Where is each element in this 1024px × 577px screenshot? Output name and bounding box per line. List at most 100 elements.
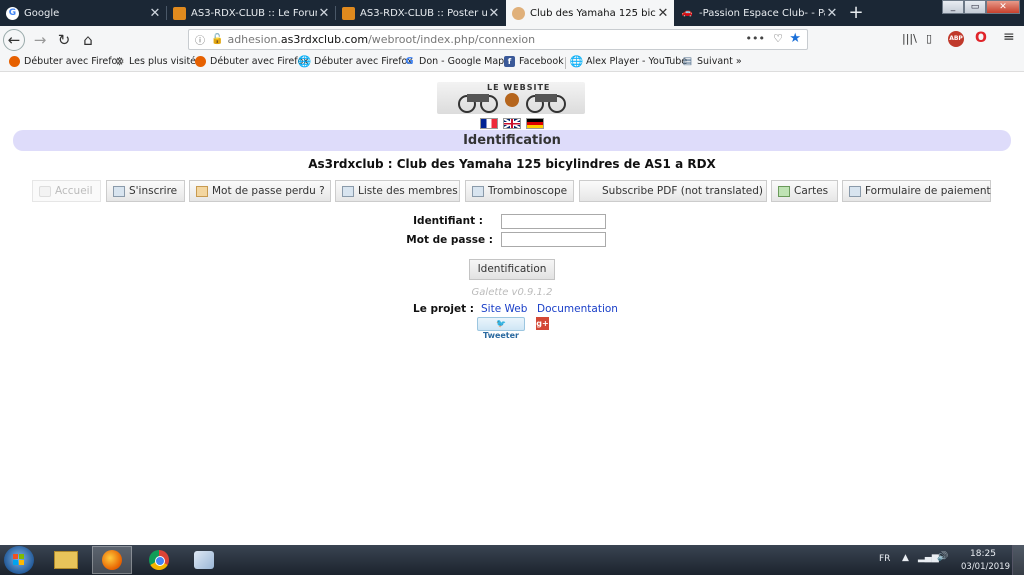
close-icon[interactable]: ✕ xyxy=(825,6,839,21)
google-icon: G xyxy=(405,56,414,67)
bookmarks-toolbar: Débuter avec Firefox ⚙ Les plus visités D… xyxy=(0,54,1024,72)
clock-time[interactable]: 18:25 xyxy=(970,549,996,559)
bookmark-item[interactable]: G Don - Google Maps xyxy=(404,56,509,67)
volume-icon[interactable]: 🔊 xyxy=(937,552,948,562)
chrome-taskbar-button[interactable] xyxy=(139,546,179,574)
section-header: Identification xyxy=(13,130,1011,151)
menu-subscribe-pdf-button[interactable]: Subscribe PDF (not translated) xyxy=(579,180,767,202)
insecure-lock-icon[interactable]: 🔓 xyxy=(211,34,223,45)
site-logo: LE WEBSITE xyxy=(437,82,585,114)
forum-favicon-icon xyxy=(173,6,186,20)
adblock-icon[interactable]: ABP xyxy=(948,31,964,47)
url-text[interactable]: adhesion.as3rdxclub.com/webroot/index.ph… xyxy=(227,33,535,46)
menu-members-list-button[interactable]: Liste des membres xyxy=(335,180,460,202)
bookmark-item[interactable]: ▤ Suivant » xyxy=(682,56,742,67)
tab-google[interactable]: G Google ✕ xyxy=(0,0,166,26)
chrome-icon xyxy=(149,550,169,570)
menu-lost-password-button[interactable]: Mot de passe perdu ? xyxy=(189,180,331,202)
navigation-toolbar: ← → ↻ ⌂ ⓘ 🔓 adhesion.as3rdxclub.com/webr… xyxy=(0,26,1024,54)
menu-label: Accueil xyxy=(55,185,93,197)
bookmark-item[interactable]: 🌐 Débuter avec Firefox xyxy=(297,55,413,68)
bookmark-label: Suivant » xyxy=(697,56,742,67)
explorer-taskbar-button[interactable] xyxy=(46,546,86,574)
tab-forum[interactable]: AS3-RDX-CLUB :: Le Forum des ✕ xyxy=(167,0,335,26)
tweet-button[interactable]: 🐦 Tweeter xyxy=(477,317,525,340)
menu-trombinoscope-button[interactable]: Trombinoscope xyxy=(465,180,574,202)
sidebar-icon[interactable]: ▯ xyxy=(926,32,932,45)
pocket-icon[interactable]: ♡ xyxy=(773,32,783,45)
show-desktop-button[interactable] xyxy=(1012,545,1024,575)
menu-home-button[interactable]: Accueil xyxy=(32,180,101,202)
reload-button[interactable]: ↻ xyxy=(53,29,75,51)
bookmark-star-icon[interactable]: ★ xyxy=(789,31,801,46)
uk-flag-cross xyxy=(504,119,520,128)
page-actions-button[interactable]: ••• xyxy=(746,32,765,45)
close-window-button[interactable]: ✕ xyxy=(986,0,1020,14)
password-input[interactable] xyxy=(501,232,606,247)
tab-poster[interactable]: AS3-RDX-CLUB :: Poster une ré ✕ xyxy=(336,0,505,26)
trombinoscope-icon xyxy=(472,185,484,197)
close-icon[interactable]: ✕ xyxy=(317,6,331,21)
uk-flag-icon[interactable] xyxy=(503,118,521,129)
lost-password-icon xyxy=(196,185,208,197)
new-tab-button[interactable]: + xyxy=(845,2,867,24)
menu-payment-form-button[interactable]: Formulaire de paiement xyxy=(842,180,991,202)
menu-icon[interactable]: ≡ xyxy=(1003,29,1015,45)
network-icon[interactable]: ▂▄▆ xyxy=(918,553,939,563)
menu-label: Mot de passe perdu ? xyxy=(212,185,325,197)
tab-title: Club des Yamaha 125 bicylindre xyxy=(530,7,656,19)
tab-club-yamaha[interactable]: Club des Yamaha 125 bicylindre ✕ xyxy=(506,0,674,26)
firefox-taskbar-button[interactable] xyxy=(92,546,132,574)
tab-passion-espace[interactable]: 🚗 -Passion Espace Club- - Page d ✕ xyxy=(675,0,843,26)
maximize-button[interactable]: ▭ xyxy=(964,0,986,14)
members-list-icon xyxy=(342,185,354,197)
section-title: Identification xyxy=(463,133,561,148)
minimize-button[interactable]: _ xyxy=(942,0,964,14)
bookmark-item[interactable]: Débuter avec Firefox xyxy=(195,56,309,67)
back-button[interactable]: ← xyxy=(3,29,25,51)
clock-date[interactable]: 03/01/2019 xyxy=(961,562,1010,572)
language-indicator[interactable]: FR xyxy=(879,554,890,564)
close-icon[interactable]: ✕ xyxy=(656,6,670,21)
menu-label: S'inscrire xyxy=(129,185,178,197)
url-bar[interactable]: ⓘ 🔓 adhesion.as3rdxclub.com/webroot/inde… xyxy=(188,29,808,50)
close-icon[interactable]: ✕ xyxy=(487,6,501,21)
firefox-icon xyxy=(102,550,122,570)
tab-title: Google xyxy=(24,7,60,19)
car-icon: 🚗 xyxy=(681,8,694,18)
show-hidden-icons-icon[interactable]: ▲ xyxy=(902,553,909,563)
home-button[interactable]: ⌂ xyxy=(77,29,99,51)
documentation-link[interactable]: Documentation xyxy=(537,303,618,315)
tab-title: AS3-RDX-CLUB :: Poster une ré xyxy=(360,7,487,19)
german-flag-icon[interactable] xyxy=(526,118,544,129)
bookmark-item[interactable]: f Facebook xyxy=(504,56,564,67)
project-label: Le projet : xyxy=(413,303,474,315)
french-flag-icon[interactable] xyxy=(480,118,498,129)
library-icon[interactable]: |||\ xyxy=(902,32,917,45)
bookmark-item[interactable]: 🌐 Alex Player - YouTube xyxy=(570,55,687,68)
menu-maps-button[interactable]: Cartes xyxy=(771,180,838,202)
bookmark-item[interactable]: ⚙ Les plus visités xyxy=(114,55,201,68)
google-icon: G xyxy=(6,6,19,20)
register-icon xyxy=(113,185,125,197)
globe-icon: 🌐 xyxy=(297,55,312,68)
tweet-label: Tweeter xyxy=(482,331,519,340)
login-label: Identifiant : xyxy=(413,215,483,227)
info-icon[interactable]: ⓘ xyxy=(195,32,205,47)
site-web-link[interactable]: Site Web xyxy=(481,303,527,315)
opera-icon[interactable]: O xyxy=(975,30,987,46)
firefox-icon xyxy=(9,56,20,67)
bookmark-item[interactable]: Débuter avec Firefox xyxy=(9,56,123,67)
google-plus-button[interactable]: g+ xyxy=(536,317,549,330)
folder-icon xyxy=(54,551,78,569)
forward-button[interactable]: → xyxy=(29,29,51,51)
identification-submit-button[interactable]: Identification xyxy=(469,259,555,280)
twitter-bird-icon: 🐦 xyxy=(496,319,506,328)
close-icon[interactable]: ✕ xyxy=(148,6,162,21)
menu-register-button[interactable]: S'inscrire xyxy=(106,180,185,202)
paint-taskbar-button[interactable] xyxy=(184,546,224,574)
url-path: /webroot/index.php/connexion xyxy=(368,33,536,46)
login-input[interactable] xyxy=(501,214,606,229)
start-button[interactable] xyxy=(4,546,34,574)
bookmark-label: Débuter avec Firefox xyxy=(314,56,413,67)
